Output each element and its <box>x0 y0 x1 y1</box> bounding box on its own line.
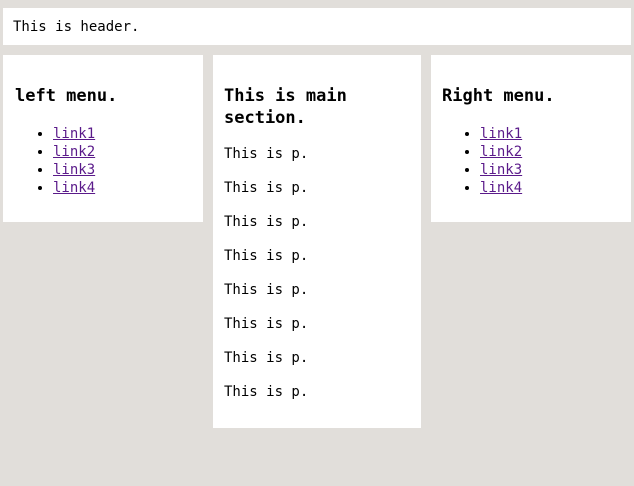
left-menu-link-4[interactable]: link4 <box>53 180 95 196</box>
left-menu-item: link2 <box>53 143 191 161</box>
right-menu-link-2[interactable]: link2 <box>480 144 522 160</box>
right-menu-link-3[interactable]: link3 <box>480 162 522 178</box>
left-menu-title: left menu. <box>15 86 118 106</box>
right-menu-title: Right menu. <box>442 86 555 106</box>
right-menu-link-4[interactable]: link4 <box>480 180 522 196</box>
main-section: This is main section. This is p. This is… <box>213 55 421 428</box>
right-menu-item: link2 <box>480 143 620 161</box>
left-menu-link-2[interactable]: link2 <box>53 144 95 160</box>
main-paragraph: This is p. <box>224 316 309 332</box>
main-paragraph: This is p. <box>224 146 309 162</box>
left-menu-item: link3 <box>53 161 191 179</box>
main-paragraph: This is p. <box>224 350 309 366</box>
main-paragraph: This is p. <box>224 248 309 264</box>
main-paragraph: This is p. <box>224 282 309 298</box>
left-menu: left menu. link1 link2 link3 link4 <box>3 55 203 222</box>
right-menu-link-1[interactable]: link1 <box>480 126 522 142</box>
page-header: This is header. <box>3 8 631 45</box>
left-menu-item: link4 <box>53 179 191 197</box>
main-paragraph: This is p. <box>224 214 309 230</box>
right-menu: Right menu. link1 link2 link3 link4 <box>431 55 631 222</box>
right-menu-list: link1 link2 link3 link4 <box>442 125 620 197</box>
right-menu-item: link1 <box>480 125 620 143</box>
left-menu-item: link1 <box>53 125 191 143</box>
right-menu-item: link4 <box>480 179 620 197</box>
main-paragraph: This is p. <box>224 180 309 196</box>
left-menu-link-1[interactable]: link1 <box>53 126 95 142</box>
left-menu-link-3[interactable]: link3 <box>53 162 95 178</box>
main-paragraphs: This is p. This is p. This is p. This is… <box>224 145 411 417</box>
header-text: This is header. <box>13 19 140 35</box>
right-menu-item: link3 <box>480 161 620 179</box>
main-paragraph: This is p. <box>224 384 309 400</box>
left-menu-list: link1 link2 link3 link4 <box>15 125 191 197</box>
main-section-title: This is main section. <box>224 86 347 128</box>
